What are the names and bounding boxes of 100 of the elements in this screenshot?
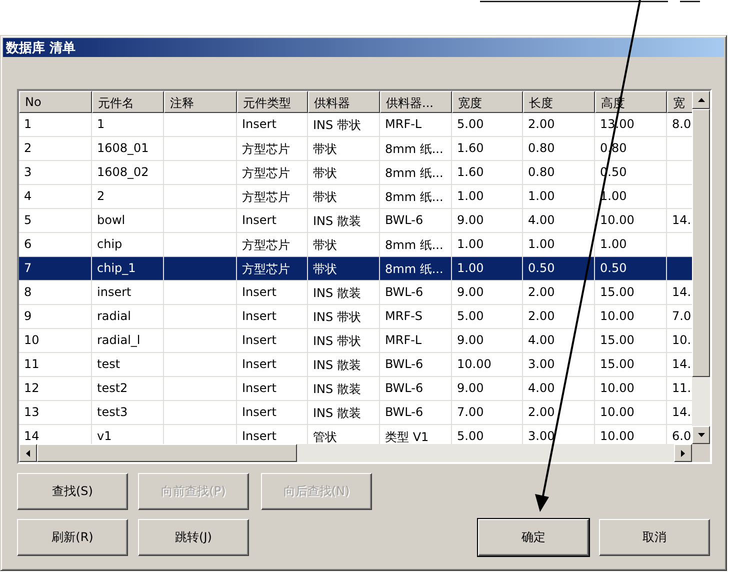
action-button[interactable]: 刷新(R) bbox=[17, 519, 128, 556]
table-cell: 10.00 bbox=[600, 429, 634, 443]
table-cell: BWL-6 bbox=[385, 357, 424, 371]
table-cell: Insert bbox=[242, 213, 276, 227]
table-cell: 14 bbox=[24, 429, 40, 443]
table-cell: 8mm 纸... bbox=[385, 166, 444, 180]
scrollbar-corner bbox=[692, 444, 710, 462]
table-cell: 带状 bbox=[313, 190, 337, 204]
table-cell: 8mm 纸... bbox=[385, 142, 444, 156]
right-arrow-icon bbox=[681, 450, 685, 456]
table-cell: 5.00 bbox=[457, 309, 484, 323]
column-header[interactable]: 元件名 bbox=[92, 91, 164, 113]
column-header[interactable]: 宽 bbox=[667, 91, 692, 113]
scroll-left-button[interactable] bbox=[19, 444, 37, 462]
table-cell: 5 bbox=[24, 213, 32, 227]
column-header[interactable]: 元件类型 bbox=[237, 91, 308, 113]
table-cell: BWL-6 bbox=[385, 213, 424, 227]
table-cell: Insert bbox=[242, 381, 276, 395]
table-cell: 8 bbox=[24, 285, 32, 299]
table-row[interactable]: 7 chip_1 方型芯片 带状 8mm 纸... 1.00 0.50 0.50 bbox=[19, 257, 692, 281]
table-cell: 5.00 bbox=[457, 429, 484, 443]
table-cell: 2.00 bbox=[528, 117, 555, 131]
table-cell: 11 bbox=[24, 357, 40, 371]
table-cell: Insert bbox=[242, 429, 276, 443]
scroll-up-button[interactable] bbox=[692, 91, 710, 109]
table-cell: 9.00 bbox=[457, 381, 484, 395]
table-row[interactable]: 13 test3 Insert INS 散装 BWL-6 7.00 2.00 10.00 14. bbox=[19, 401, 692, 425]
table-cell: 4.00 bbox=[528, 213, 555, 227]
table-row[interactable]: 9 radial Insert INS 带状 MRF-S 5.00 2.00 10.00 7.0 bbox=[19, 305, 692, 329]
column-header[interactable]: No bbox=[19, 91, 92, 113]
table-cell: INS 带状 bbox=[313, 334, 361, 348]
table-cell: 方型芯片 bbox=[242, 142, 290, 156]
scroll-thumb[interactable] bbox=[692, 109, 710, 377]
table-cell: 4.00 bbox=[528, 333, 555, 347]
table-cell: 8mm 纸... bbox=[385, 190, 444, 204]
table-cell: 方型芯片 bbox=[242, 166, 290, 180]
column-header[interactable]: 宽度 bbox=[452, 91, 523, 113]
dialog-button[interactable]: 确定 bbox=[478, 519, 589, 556]
table-cell: 1 bbox=[97, 117, 105, 131]
table-row[interactable]: 8 insert Insert INS 散装 BWL-6 9.00 2.00 15.00 14. bbox=[19, 281, 692, 305]
scroll-down-button[interactable] bbox=[692, 426, 710, 444]
table-cell: 0.80 bbox=[528, 141, 555, 155]
table-cell: 1.00 bbox=[600, 237, 627, 251]
table-cell: 10.00 bbox=[600, 405, 634, 419]
table-cell: Insert bbox=[242, 333, 276, 347]
table-cell: INS 散装 bbox=[313, 406, 361, 420]
left-arrow-icon bbox=[26, 450, 30, 456]
table-cell: 8mm 纸... bbox=[385, 262, 444, 276]
table-cell: 1.00 bbox=[457, 237, 484, 251]
table-cell: 1608_01 bbox=[97, 141, 149, 155]
table-cell: 10. bbox=[672, 333, 692, 347]
table-row[interactable]: 5 bowl Insert INS 散装 BWL-6 9.00 4.00 10.00 14. bbox=[19, 209, 692, 233]
table-cell: 带状 bbox=[313, 238, 337, 252]
table-cell: 6 bbox=[24, 237, 32, 251]
vertical-scrollbar[interactable] bbox=[692, 91, 710, 444]
table-cell: 14. bbox=[672, 357, 692, 371]
table-cell: 管状 bbox=[313, 430, 337, 444]
table-cell: 15.00 bbox=[600, 333, 634, 347]
table-cell: INS 散装 bbox=[313, 214, 361, 228]
table-cell: test3 bbox=[97, 405, 128, 419]
table-row[interactable]: 12 test2 Insert INS 散装 BWL-6 9.00 4.00 10.00 11. bbox=[19, 377, 692, 401]
table-cell: BWL-6 bbox=[385, 285, 424, 299]
column-header[interactable]: 供料器 bbox=[308, 91, 380, 113]
table-cell: 10.00 bbox=[600, 381, 634, 395]
table-cell: 8.0 bbox=[672, 117, 692, 131]
action-button[interactable]: 跳转(J) bbox=[138, 519, 249, 556]
table-cell: 2.00 bbox=[528, 285, 555, 299]
table-cell: 13 bbox=[24, 405, 40, 419]
table-cell: v1 bbox=[97, 429, 112, 443]
table-cell: Insert bbox=[242, 309, 276, 323]
table-cell: INS 散装 bbox=[313, 286, 361, 300]
table-cell: 12 bbox=[24, 381, 40, 395]
table-cell: 1 bbox=[24, 117, 32, 131]
table-cell: 1.00 bbox=[528, 237, 555, 251]
dialog-button[interactable]: 取消 bbox=[599, 519, 710, 556]
table-cell: 9.00 bbox=[457, 333, 484, 347]
column-header[interactable]: 长度 bbox=[523, 91, 595, 113]
table-cell: 3 bbox=[24, 165, 32, 179]
horizontal-scrollbar[interactable] bbox=[19, 444, 710, 462]
table-cell: 1.00 bbox=[457, 189, 484, 203]
table-cell: MRF-L bbox=[385, 333, 422, 347]
table-row[interactable]: 11 test Insert INS 散装 BWL-6 10.00 3.00 15.00 14. bbox=[19, 353, 692, 377]
scroll-right-button[interactable] bbox=[674, 444, 692, 462]
table-cell: 方型芯片 bbox=[242, 262, 290, 276]
table-cell: 14. bbox=[672, 405, 692, 419]
column-header[interactable]: 注释 bbox=[164, 91, 237, 113]
table-cell: BWL-6 bbox=[385, 381, 424, 395]
table-cell: 10.00 bbox=[600, 213, 634, 227]
table-cell: 2.00 bbox=[528, 309, 555, 323]
table-cell: 11. bbox=[672, 381, 692, 395]
table-cell: 7 bbox=[24, 261, 32, 275]
column-header[interactable]: 供料器... bbox=[380, 91, 452, 113]
table-cell: 4 bbox=[24, 189, 32, 203]
table-row[interactable]: 10 radial_l Insert INS 带状 MRF-L 9.00 4.00 15.00 10. bbox=[19, 329, 692, 353]
table-cell: 1.60 bbox=[457, 141, 484, 155]
leader-line bbox=[680, 0, 700, 2]
scroll-thumb[interactable] bbox=[37, 444, 297, 462]
table-cell: 类型 V1 bbox=[385, 430, 429, 444]
search-button[interactable]: 查找(S) bbox=[17, 473, 128, 510]
table-cell: 1608_02 bbox=[97, 165, 149, 179]
